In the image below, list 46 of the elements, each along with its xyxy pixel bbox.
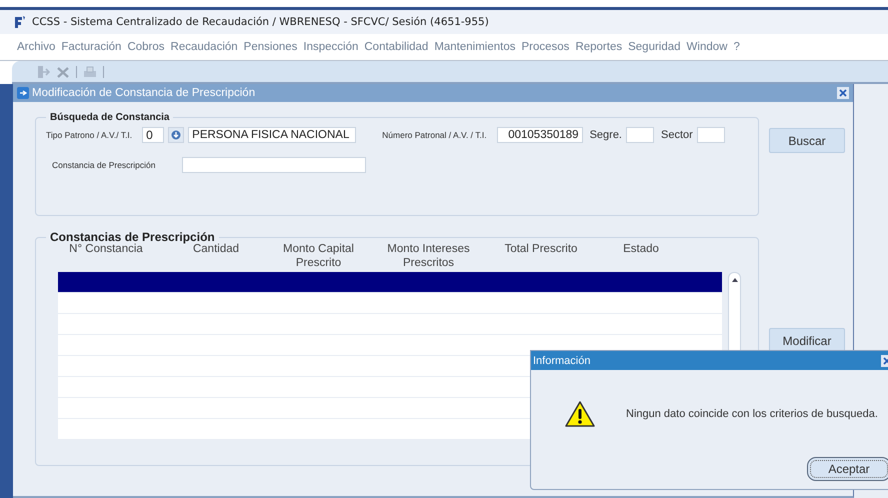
menu-item[interactable]: Inspección [303,41,358,53]
menu-item[interactable]: Archivo [17,41,56,53]
column-header: Total Prescrito [504,242,578,257]
menu-item[interactable]: Window [686,41,728,53]
search-button[interactable]: Buscar [769,128,845,153]
column-header: Monto Capital Prescrito [282,242,355,271]
column-header: N° Constancia [68,243,143,257]
scroll-up-icon[interactable] [730,276,738,284]
menu-item[interactable]: Pensiones [244,41,298,53]
field-label: Sector [661,129,693,141]
menu-item[interactable]: Seguridad [628,41,681,53]
menu-item[interactable]: Reportes [575,41,622,53]
menu-item[interactable]: Recaudación [170,41,238,53]
menu-item[interactable]: Contabilidad [364,41,428,53]
input-field[interactable]: 00105350189 [496,127,583,143]
dialog-message: Ningun dato coincide con los criterios de busqueda. [626,408,878,420]
dialog-title: Información [533,354,590,366]
close-button[interactable] [837,87,849,99]
arrow-down-icon [171,130,182,140]
column-header: Monto Intereses Prescritos [386,242,471,271]
app-logo-icon [14,15,26,29]
menu-item[interactable]: Procesos [522,41,570,53]
column-header: Estado [622,242,660,257]
field-label: Constancia de Prescripción [52,160,156,170]
group-title: Búsqueda de Constancia [49,112,170,123]
input-field[interactable] [626,127,654,143]
field-label: Tipo Patrono / A.V./ T.I. [46,130,132,140]
menu-item[interactable]: Mantenimientos [434,41,516,53]
list-button[interactable] [168,127,184,143]
form-icon [17,87,29,99]
window-title: CCSS - Sistema Centralizado de Recaudación / WBRENESQ - SFCVC/ Sesión (4651-955) [32,16,489,28]
group-title: Constancias de Prescripción [49,230,215,244]
input-field[interactable]: 0 [142,127,164,143]
menu-item[interactable]: Facturación [61,41,122,53]
menu-item[interactable]: Cobros [127,41,165,53]
accept-button[interactable]: Aceptar [807,457,888,481]
input-field[interactable] [182,157,366,173]
field-label: Número Patronal / A.V. / T.I. [382,130,487,140]
column-header: Cantidad [192,243,240,257]
table-row[interactable] [58,272,722,293]
form-title: Modificación de Constancia de Prescripción [32,87,256,99]
menu-item[interactable]: ? [733,41,740,53]
input-field[interactable]: PERSONA FISICA NACIONAL [188,127,356,143]
field-label: Segre. [590,129,622,141]
input-field[interactable] [696,127,725,143]
warning-icon [564,400,596,428]
